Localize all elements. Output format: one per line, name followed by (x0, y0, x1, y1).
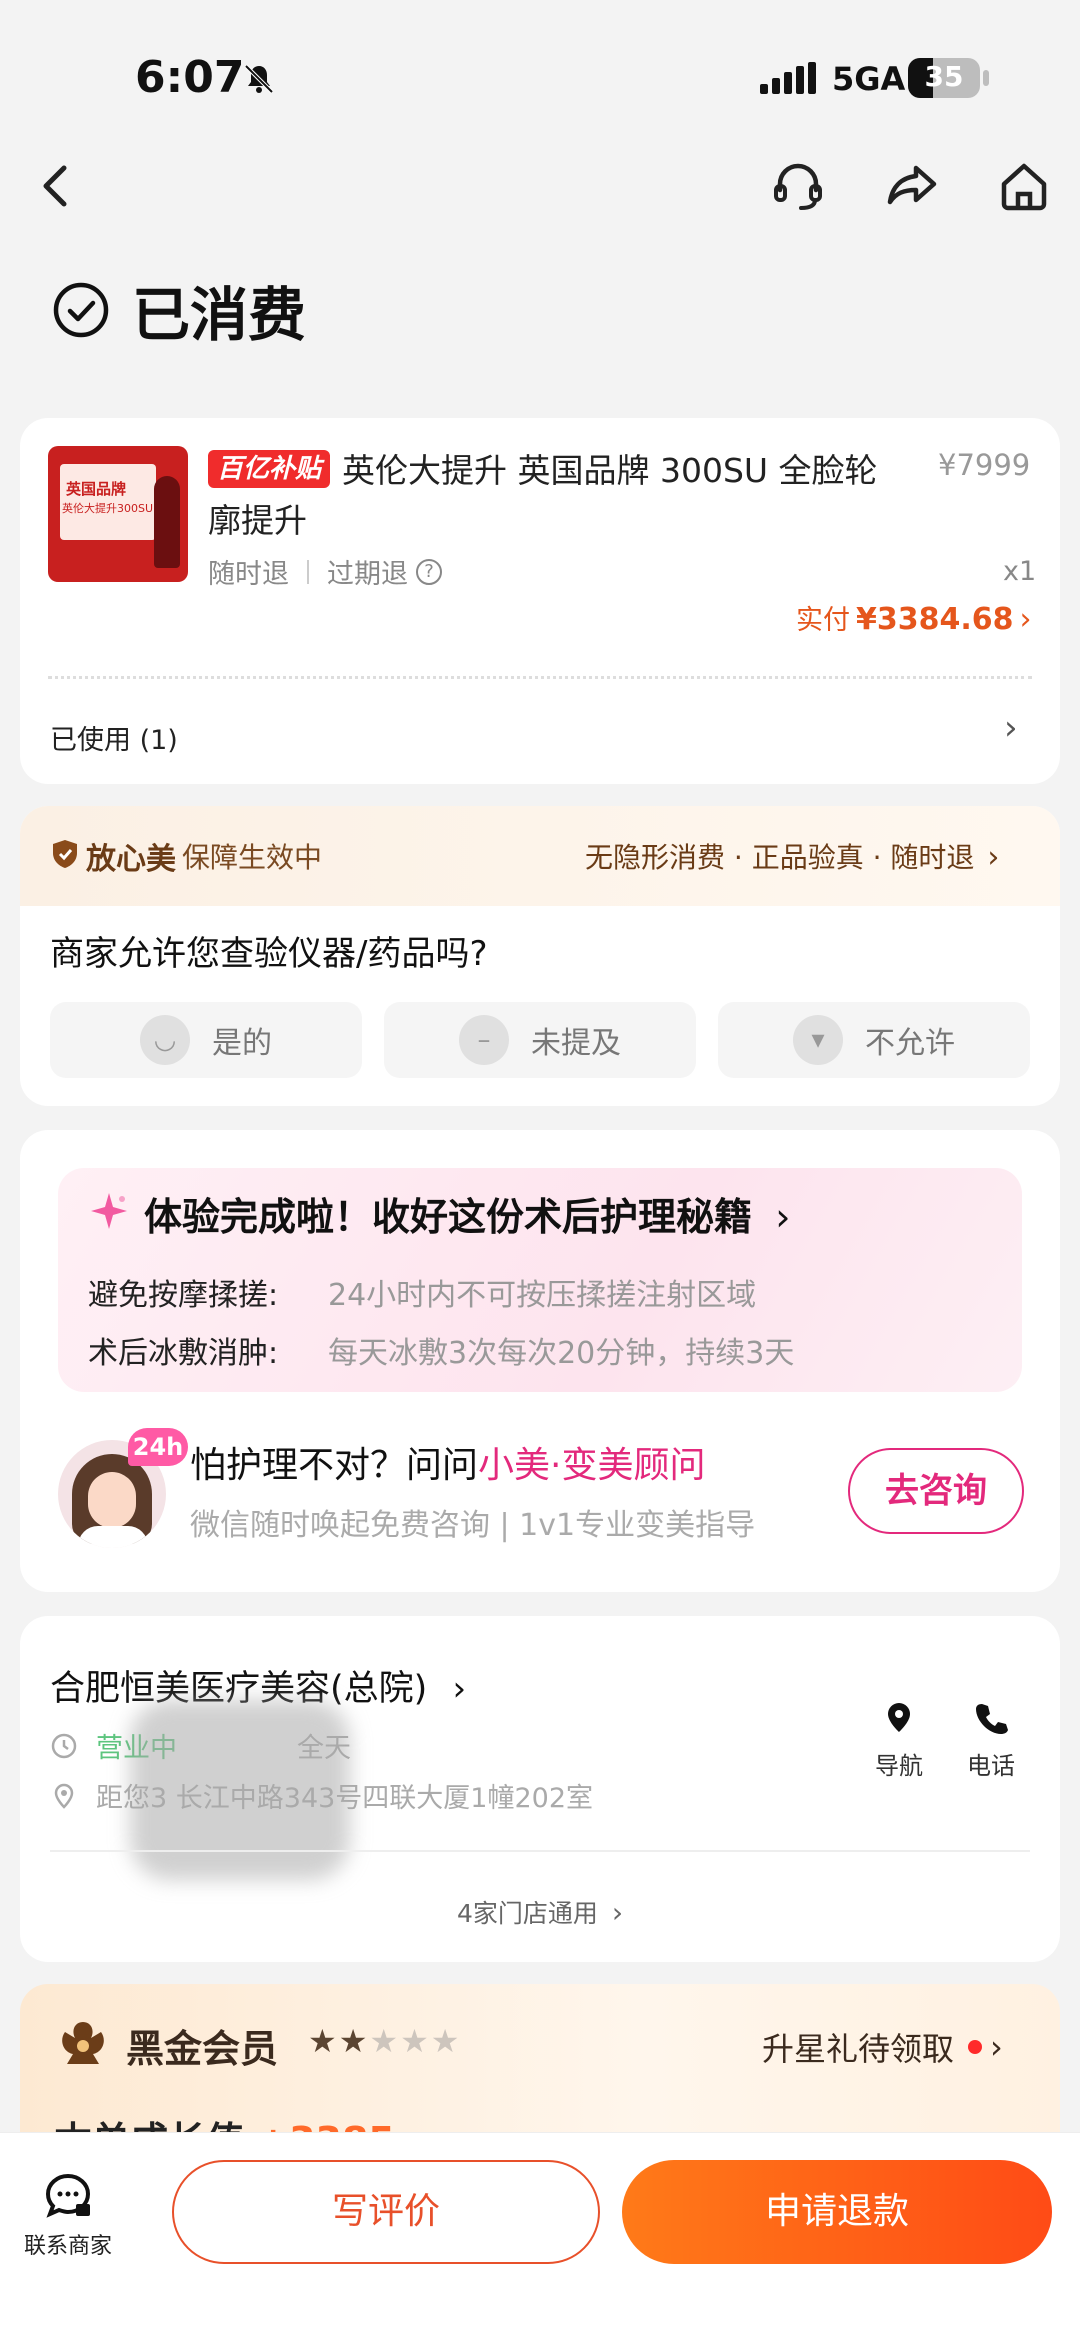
chat-icon (45, 2173, 91, 2218)
guarantee-features-link[interactable]: 无隐形消费 · 正品验真 · 随时退 › (585, 836, 999, 876)
divider (48, 676, 1032, 679)
all-stores-text: 4家门店通用 (456, 1899, 598, 1928)
consult-button[interactable]: 去咨询 (848, 1448, 1024, 1534)
original-price: ¥7999 (938, 448, 1031, 482)
phone-icon (976, 1704, 1008, 1734)
chevron-right-icon: › (1019, 602, 1032, 637)
paid-amount: ¥3384.68 (856, 602, 1014, 637)
angry-face-icon: ▾ (793, 1015, 843, 1065)
guarantee-name: 放心美 (86, 842, 176, 877)
home-icon[interactable] (992, 154, 1056, 218)
back-arrow-icon[interactable] (24, 154, 88, 218)
product-title-line2[interactable]: 廓提升 (208, 496, 307, 546)
advisor-prompt-prefix: 怕护理不对？问问 (190, 1445, 479, 1486)
tag-expired-refund: 过期退 (327, 559, 408, 590)
network-type: 5GA (832, 60, 906, 98)
phone-button[interactable]: 电话 (956, 1700, 1026, 1781)
sparkle-icon (88, 1190, 130, 1232)
neutral-face-icon: – (459, 1015, 509, 1065)
all-stores-link[interactable]: 4家门店通用 › (0, 1894, 1080, 1930)
refund-tags: 随时退 过期退 ? (208, 552, 442, 591)
chevron-right-icon: › (452, 1669, 467, 1709)
divider (50, 1850, 1030, 1852)
navigation-pin-icon (888, 1703, 910, 1732)
option-not-allowed[interactable]: ▾ 不允许 (718, 1002, 1030, 1078)
help-icon[interactable]: ? (416, 558, 442, 585)
chevron-right-icon: › (987, 840, 1000, 875)
guarantee-features: 无隐形消费 · 正品验真 · 随时退 (585, 841, 975, 874)
request-refund-button[interactable]: 申请退款 (622, 2160, 1052, 2264)
write-review-button[interactable]: 写评价 (172, 2160, 600, 2264)
star-empty-icon: ★ (369, 2022, 401, 2060)
product-thumbnail[interactable]: 英国品牌 英伦大提升300SU (48, 446, 188, 582)
paid-label: 实付 (796, 605, 850, 636)
member-level: 黑金会员 (126, 2027, 279, 2071)
privacy-blur (130, 1700, 350, 1880)
tag-refund-anytime: 随时退 (208, 559, 289, 590)
inspection-question: 商家允许您查验仪器/药品吗? (50, 934, 488, 974)
option-not-allowed-label: 不允许 (865, 1026, 955, 1061)
advisor-subtitle: 微信随时唤起免费咨询 | 1v1专业变美指导 (190, 1508, 756, 1543)
chevron-right-icon: › (775, 1195, 791, 1239)
star-empty-icon: ★ (430, 2022, 462, 2060)
contact-merchant-button[interactable]: 联系商家 (18, 2168, 118, 2260)
product-title[interactable]: 英伦大提升 英国品牌 300SU 全脸轮 (342, 446, 922, 496)
check-circle-icon (53, 282, 109, 338)
chevron-right-icon: › (611, 1896, 624, 1929)
battery-level: 35 (924, 60, 964, 93)
24h-badge: 24h (128, 1428, 188, 1466)
battery-cap (983, 70, 989, 86)
star-empty-icon: ★ (400, 2022, 431, 2060)
order-status-header: 已消费 (52, 268, 306, 352)
tip-label-1: 避免按摩揉搓: (88, 1278, 279, 1313)
aftercare-title-text: 体验完成啦！收好这份术后护理秘籍 (144, 1195, 753, 1239)
share-icon[interactable] (880, 154, 944, 218)
chevron-right-icon: › (990, 2028, 1003, 2066)
mute-bell-icon (242, 62, 276, 96)
option-not-mentioned-label: 未提及 (531, 1026, 621, 1061)
phone-label: 电话 (967, 1752, 1015, 1780)
star-gift-link[interactable]: 升星礼待领取 › (762, 2024, 1003, 2070)
notification-dot (968, 2040, 983, 2054)
thumb-text-1: 英国品牌 (66, 480, 127, 498)
tip-value-2: 每天冰敷3次每次20分钟，持续3天 (328, 1336, 795, 1371)
navigate-button[interactable]: 导航 (864, 1700, 934, 1781)
status-time: 6:07 (135, 52, 245, 103)
star-gift-label: 升星礼待领取 (762, 2030, 955, 2068)
contact-merchant-label: 联系商家 (23, 2234, 112, 2259)
guarantee-status: 保障生效中 (182, 841, 323, 874)
smile-face-icon: ◡ (140, 1015, 190, 1065)
usage-row[interactable]: 已使用 (1) (50, 718, 178, 757)
clock-icon (51, 1733, 77, 1758)
tip-value-1: 24小时内不可按压揉搓注射区域 (328, 1278, 757, 1313)
battery-icon: 35 (908, 58, 980, 98)
shield-icon (50, 838, 80, 870)
signal-icon (760, 62, 818, 96)
thumb-text-2: 英伦大提升300SU (62, 502, 154, 515)
member-crown-icon (52, 2016, 114, 2072)
tip-label-2: 术后冰敷消肿: (88, 1336, 279, 1371)
option-yes[interactable]: ◡ 是的 (50, 1002, 362, 1078)
location-pin-icon (54, 1783, 74, 1809)
member-stars: ★★★★★ (308, 2022, 461, 2060)
aftercare-title[interactable]: 体验完成啦！收好这份术后护理秘籍 › (144, 1186, 790, 1241)
paid-amount-link[interactable]: 实付 ¥3384.68 › (796, 598, 1032, 637)
subsidy-badge: 百亿补贴 (208, 450, 331, 488)
chevron-right-icon[interactable]: › (1004, 708, 1018, 748)
navigate-label: 导航 (875, 1752, 923, 1780)
customer-service-icon[interactable] (766, 154, 830, 218)
advisor-prompt: 怕护理不对？问问小美·变美顾问 (190, 1436, 705, 1488)
order-status-title: 已消费 (132, 281, 307, 349)
star-filled-icon: ★ (308, 2022, 339, 2060)
advisor-name: 小美·变美顾问 (478, 1445, 706, 1486)
option-yes-label: 是的 (212, 1026, 272, 1061)
quantity: x1 (1003, 556, 1037, 587)
star-filled-icon: ★ (338, 2022, 370, 2060)
option-not-mentioned[interactable]: – 未提及 (384, 1002, 696, 1078)
